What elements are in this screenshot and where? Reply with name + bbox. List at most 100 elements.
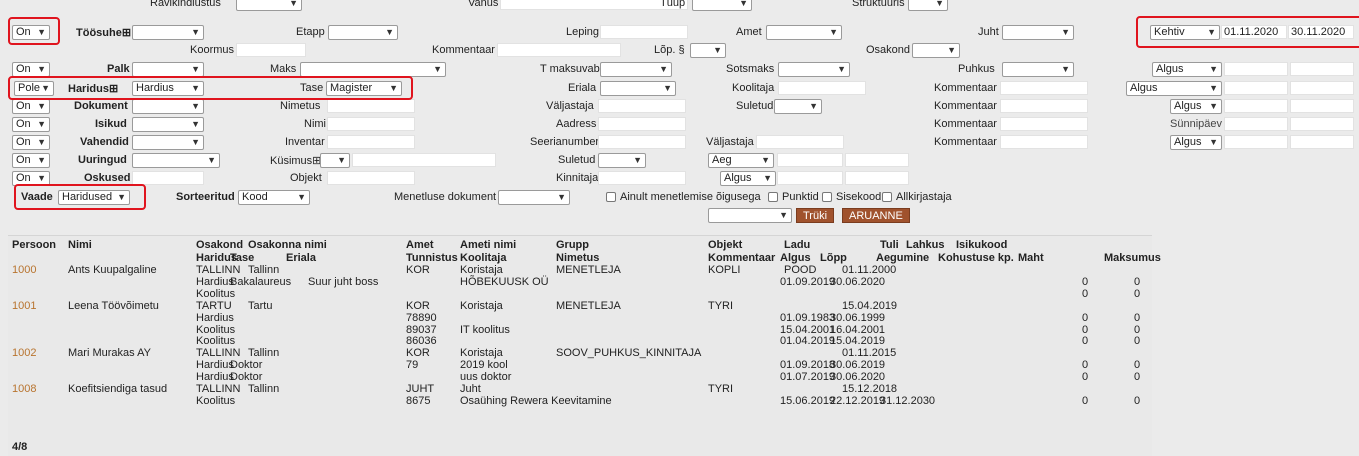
leping-input[interactable] [600,25,688,39]
dokument-operator-select[interactable]: On ▼ [12,99,50,114]
dokument-select[interactable]: ▼ [132,99,204,114]
vahendid-select[interactable]: ▼ [132,135,204,150]
t-maksuvaba-select[interactable]: ▼ [600,62,672,77]
tuup-select[interactable]: ▼ [692,0,752,11]
puhkus-select[interactable]: ▼ [1002,62,1074,77]
cell-osakond: TALLINN [196,264,241,276]
algus-to-input[interactable] [845,171,909,185]
kommentaar4-input[interactable] [1000,117,1088,131]
cell-haridus: Koolitus [196,394,236,407]
algus3-select[interactable]: Algus ▼ [1170,99,1222,114]
algus1-from-input[interactable] [1224,62,1288,76]
print-format-select[interactable]: ▼ [708,208,792,223]
person-id-link[interactable]: 1002 [12,347,36,359]
cell-maksumus: 0 [1134,311,1141,324]
truki-button[interactable]: Trüki [796,208,835,223]
nimi-input[interactable] [327,117,415,131]
sunnipaev-label: Sünnipäev [1170,118,1222,130]
cell-grupp: MENETLEJA [556,299,621,312]
inventar-input[interactable] [327,135,415,149]
uuringud-select[interactable]: ▼ [132,153,220,168]
amet-select[interactable]: ▼ [766,25,842,40]
aadress-input[interactable] [598,117,686,131]
algus4-from-input[interactable] [1224,135,1288,149]
kommentaar2-input[interactable] [1000,81,1088,95]
toosuhe-label[interactable]: Töösuhe⊞ [76,26,131,39]
etapp-select[interactable]: ▼ [328,25,398,40]
aeg-select[interactable]: Aeg ▼ [708,153,774,168]
palk-operator-select[interactable]: On ▼ [12,62,50,77]
suletud-select[interactable]: ▼ [774,99,822,114]
eriala-select[interactable]: ▼ [600,81,676,96]
kinnitaja-input[interactable] [598,171,686,185]
cell-tunnistus: 79 [406,359,419,372]
cell-amet: JUHT [406,383,435,395]
algus2-to-input[interactable] [1290,81,1354,95]
isikud-operator-select[interactable]: On ▼ [12,117,50,132]
toosuhe-select[interactable]: ▼ [132,25,204,40]
algus3-to-input[interactable] [1290,99,1354,113]
nimetus-label: Nimetus [280,100,321,112]
menetluse-select[interactable]: ▼ [498,190,570,205]
isikud-select[interactable]: ▼ [132,117,204,132]
algus1-to-input[interactable] [1290,62,1354,76]
kusimus-label[interactable]: Küsimus⊞ [270,154,321,167]
koolitaja-input[interactable] [778,81,866,95]
column-header: Nimi [68,239,92,251]
dokument-label: Dokument [74,100,128,112]
cell-grupp: MENETLEJA [556,264,621,276]
kusimus-input[interactable] [352,153,496,167]
kommentaar3-input[interactable] [1000,99,1088,113]
objekt-input[interactable] [327,171,415,185]
valjastaja2-input[interactable] [756,135,844,149]
kommentaar-input[interactable] [497,43,621,57]
ainult-checkbox[interactable] [606,192,616,202]
algus2-select[interactable]: Algus ▼ [1126,81,1222,96]
cell-tunnistus: 8675 [406,394,431,407]
cell-maht: 0 [1082,287,1089,300]
cell-koolitaja: uus doktor [460,371,512,384]
valjastaja-input[interactable] [598,99,686,113]
ravikindlustus-select[interactable]: ▼ [236,0,302,11]
struktuuris-select[interactable]: ▼ [908,0,948,11]
algus-from-input[interactable] [777,171,843,185]
algus4-select[interactable]: Algus ▼ [1170,135,1222,150]
koormus-input[interactable] [236,43,306,57]
sunnipaev-from-input[interactable] [1224,117,1288,131]
punktid-checkbox[interactable] [768,192,778,202]
algus2-from-input[interactable] [1224,81,1288,95]
algus3-from-input[interactable] [1224,99,1288,113]
kommentaar5-input[interactable] [1000,135,1088,149]
allkirjastaja-checkbox[interactable] [882,192,892,202]
oskused-input[interactable] [132,171,204,185]
osakond-select[interactable]: ▼ [912,43,960,58]
sotsmaks-select[interactable]: ▼ [778,62,850,77]
seerianumber-input[interactable] [598,135,686,149]
sunnipaev-to-input[interactable] [1290,117,1354,131]
column-header: Ameti nimi [460,239,517,251]
algus4-to-input[interactable] [1290,135,1354,149]
vahendid-operator-select[interactable]: On ▼ [12,135,50,150]
juht-select[interactable]: ▼ [1002,25,1074,40]
uuringud-operator-select[interactable]: On ▼ [12,153,50,168]
etapp-label: Etapp [296,26,325,38]
person-id-link[interactable]: 1001 [12,300,36,312]
kusimus-select[interactable]: ▼ [320,153,350,168]
algus1-select[interactable]: Algus ▼ [1152,62,1222,77]
person-id-link[interactable]: 1008 [12,383,36,395]
person-id-link[interactable]: 1000 [12,264,36,276]
cell-haridus: Hardius [196,371,234,384]
algus-select[interactable]: Algus ▼ [720,171,776,186]
sisekood-checkbox[interactable] [822,192,832,202]
suletud2-select[interactable]: ▼ [598,153,646,168]
aeg-to-input[interactable] [845,153,909,167]
aeg-from-input[interactable] [777,153,843,167]
sorteeritud-select[interactable]: Kood ▼ [238,190,310,205]
cell-tunnistus: 86036 [406,335,437,348]
palk-select[interactable]: ▼ [132,62,204,77]
nimetus-input[interactable] [327,99,415,113]
lop-select[interactable]: ▼ [690,43,726,58]
t-maksuvaba-label: T maksuvaba [540,63,606,75]
maks-select[interactable]: ▼ [300,62,446,77]
aruanne-button[interactable]: ARUANNE [842,208,910,223]
